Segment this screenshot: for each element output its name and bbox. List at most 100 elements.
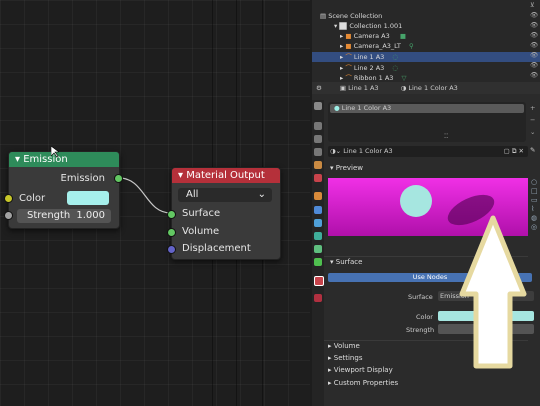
checkbox-icon[interactable] xyxy=(339,22,348,30)
input-socket[interactable] xyxy=(4,194,13,203)
visibility-column: ⊻ 👁 👁 👁 👁 👁 👁 👁 xyxy=(530,0,538,80)
object-tab-icon[interactable] xyxy=(314,192,322,200)
target-dropdown[interactable]: All ⌄ xyxy=(178,188,272,202)
chevron-down-icon[interactable]: ⌄ xyxy=(530,126,535,138)
shaderball-preview-icon[interactable]: ◍ xyxy=(531,214,539,223)
viewport-display-panel[interactable]: ▸ Viewport Display xyxy=(328,366,393,374)
plane-preview-icon[interactable]: ▭ xyxy=(531,196,539,205)
modifier-tab-icon[interactable] xyxy=(314,206,322,214)
object-icon: ▣ xyxy=(339,84,347,92)
expand-icon: ▸ xyxy=(328,379,332,387)
collapse-icon[interactable]: ▾ xyxy=(15,154,20,165)
node-title: Emission xyxy=(23,154,68,165)
editor-type-icon[interactable]: ⚙ xyxy=(316,84,322,92)
pin-icon[interactable]: ✎ xyxy=(530,146,535,154)
material-output-node[interactable]: ▾ Material Output All ⌄ Surface Volume D… xyxy=(171,167,281,260)
eye-icon[interactable]: 👁 xyxy=(530,70,538,80)
data-tab-icon[interactable] xyxy=(314,258,322,266)
scene-tab-icon[interactable] xyxy=(314,161,322,169)
expand-icon: ▸ xyxy=(340,74,344,82)
output-tab-icon[interactable] xyxy=(314,135,322,143)
material-slot[interactable]: ● Line 1 Color A3 xyxy=(330,104,524,113)
input-socket[interactable] xyxy=(4,211,13,220)
camera-icon: ■ xyxy=(345,42,352,50)
chevron-down-icon: ⌄ xyxy=(257,189,266,200)
curve-icon: ⌒ xyxy=(345,53,352,61)
physics-tab-icon[interactable] xyxy=(314,232,322,240)
world-preview-icon[interactable]: ◎ xyxy=(531,223,539,232)
eye-icon[interactable]: 👁 xyxy=(530,30,538,40)
slot-buttons: + − ⌄ xyxy=(530,102,535,138)
preview-type-buttons: ○ □ ▭ ⌇ ◍ ◎ xyxy=(531,178,539,248)
eye-icon[interactable]: 👁 xyxy=(530,50,538,60)
material-sphere-icon: ● xyxy=(334,104,340,112)
curve-data-icon: ◌ xyxy=(392,64,399,72)
expand-icon: ▸ xyxy=(328,354,332,362)
datablock-actions-icon[interactable]: ▢ ⧉ ✕ xyxy=(504,146,524,157)
properties-header: ⚙ ▣ Line 1 A3 ◑ Line 1 Color A3 xyxy=(312,82,540,94)
color-swatch[interactable] xyxy=(67,191,109,205)
remove-slot-icon[interactable]: − xyxy=(530,114,535,126)
camera-icon: ■ xyxy=(345,32,352,40)
output-socket[interactable] xyxy=(114,174,123,183)
render-tab-icon[interactable] xyxy=(314,122,322,130)
outliner-header[interactable]: ▤ Scene Collection xyxy=(312,11,540,21)
outliner-row[interactable]: ▸ ■ Camera A3 ■ xyxy=(312,31,540,41)
texture-tab-icon[interactable] xyxy=(314,294,322,302)
preview-panel-title[interactable]: ▾ Preview xyxy=(330,164,363,172)
particles-tab-icon[interactable] xyxy=(314,219,322,227)
curve-icon: ⌒ xyxy=(345,64,352,72)
output-label: Emission xyxy=(60,173,106,184)
expand-icon: ▾ xyxy=(330,164,334,172)
resize-handle-icon[interactable]: ⁚⁚ xyxy=(444,132,448,140)
input-label: Displacement xyxy=(182,243,251,254)
collapse-icon[interactable]: ▾ xyxy=(178,170,183,181)
node-header[interactable]: ▾ Material Output xyxy=(172,168,280,183)
expand-icon: ▸ xyxy=(340,32,344,40)
constraint-icon: ⚲ xyxy=(408,42,414,50)
node-header[interactable]: ▾ Emission xyxy=(9,152,119,167)
hair-preview-icon[interactable]: ⌇ xyxy=(531,205,539,214)
surface-socket[interactable] xyxy=(167,210,176,219)
constraints-tab-icon[interactable] xyxy=(314,245,322,253)
view-layer-tab-icon[interactable] xyxy=(314,148,322,156)
add-slot-icon[interactable]: + xyxy=(530,102,535,114)
surface-field-label: Surface xyxy=(408,293,433,301)
collection-icon: ▤ xyxy=(320,12,327,20)
material-tab-icon[interactable] xyxy=(314,276,324,286)
volume-panel[interactable]: ▸ Volume xyxy=(328,342,360,350)
preview-sphere xyxy=(400,185,432,217)
surface-panel-title[interactable]: ▾ Surface xyxy=(330,258,362,266)
eye-icon[interactable]: 👁 xyxy=(530,20,538,30)
expand-icon: ▸ xyxy=(328,342,332,350)
outliner-row[interactable]: ▸ ⌒ Line 2 A3 ◌ xyxy=(312,63,540,73)
sphere-preview-icon[interactable]: ○ xyxy=(531,178,539,187)
strength-slider[interactable]: Strength 1.000 xyxy=(17,209,111,223)
curve-icon: ⌒ xyxy=(345,74,352,82)
eye-icon[interactable]: 👁 xyxy=(530,10,538,20)
strength-label: Strength xyxy=(27,210,71,221)
outliner[interactable]: ▤ Scene Collection ▾ Collection 1.001 ▸ … xyxy=(312,0,540,82)
node-title: Material Output xyxy=(186,170,265,181)
outliner-row[interactable]: ▾ Collection 1.001 xyxy=(312,21,540,31)
settings-panel[interactable]: ▸ Settings xyxy=(328,354,362,362)
world-tab-icon[interactable] xyxy=(314,174,322,182)
filter-icon[interactable]: ⊻ xyxy=(530,0,538,10)
modifier-icon: ▽ xyxy=(401,74,407,82)
eye-icon[interactable]: 👁 xyxy=(530,60,538,70)
displacement-socket[interactable] xyxy=(167,245,176,254)
material-browse-icon[interactable]: ◑⌄ xyxy=(330,147,341,155)
strength-label: Strength xyxy=(406,326,435,334)
cube-preview-icon[interactable]: □ xyxy=(531,187,539,196)
custom-properties-panel[interactable]: ▸ Custom Properties xyxy=(328,379,398,387)
volume-socket[interactable] xyxy=(167,228,176,237)
tool-tab-icon[interactable] xyxy=(314,102,322,110)
color-label: Color xyxy=(19,193,46,204)
node-editor[interactable]: ▾ Emission Emission Color Strength 1.000… xyxy=(0,0,310,406)
emission-node[interactable]: ▾ Emission Emission Color Strength 1.000 xyxy=(8,151,120,229)
outliner-row[interactable]: ▸ ■ Camera_A3_LT ⚲ xyxy=(312,41,540,51)
material-datablock[interactable]: ◑⌄ Line 1 Color A3 ▢ ⧉ ✕ xyxy=(328,146,528,157)
eye-icon[interactable]: 👁 xyxy=(530,40,538,50)
outliner-row-selected[interactable]: ▸ ⌒ Line 1 A3 ◌ xyxy=(312,52,540,62)
material-slot-list[interactable]: ● Line 1 Color A3 ⁚⁚ xyxy=(328,102,526,142)
